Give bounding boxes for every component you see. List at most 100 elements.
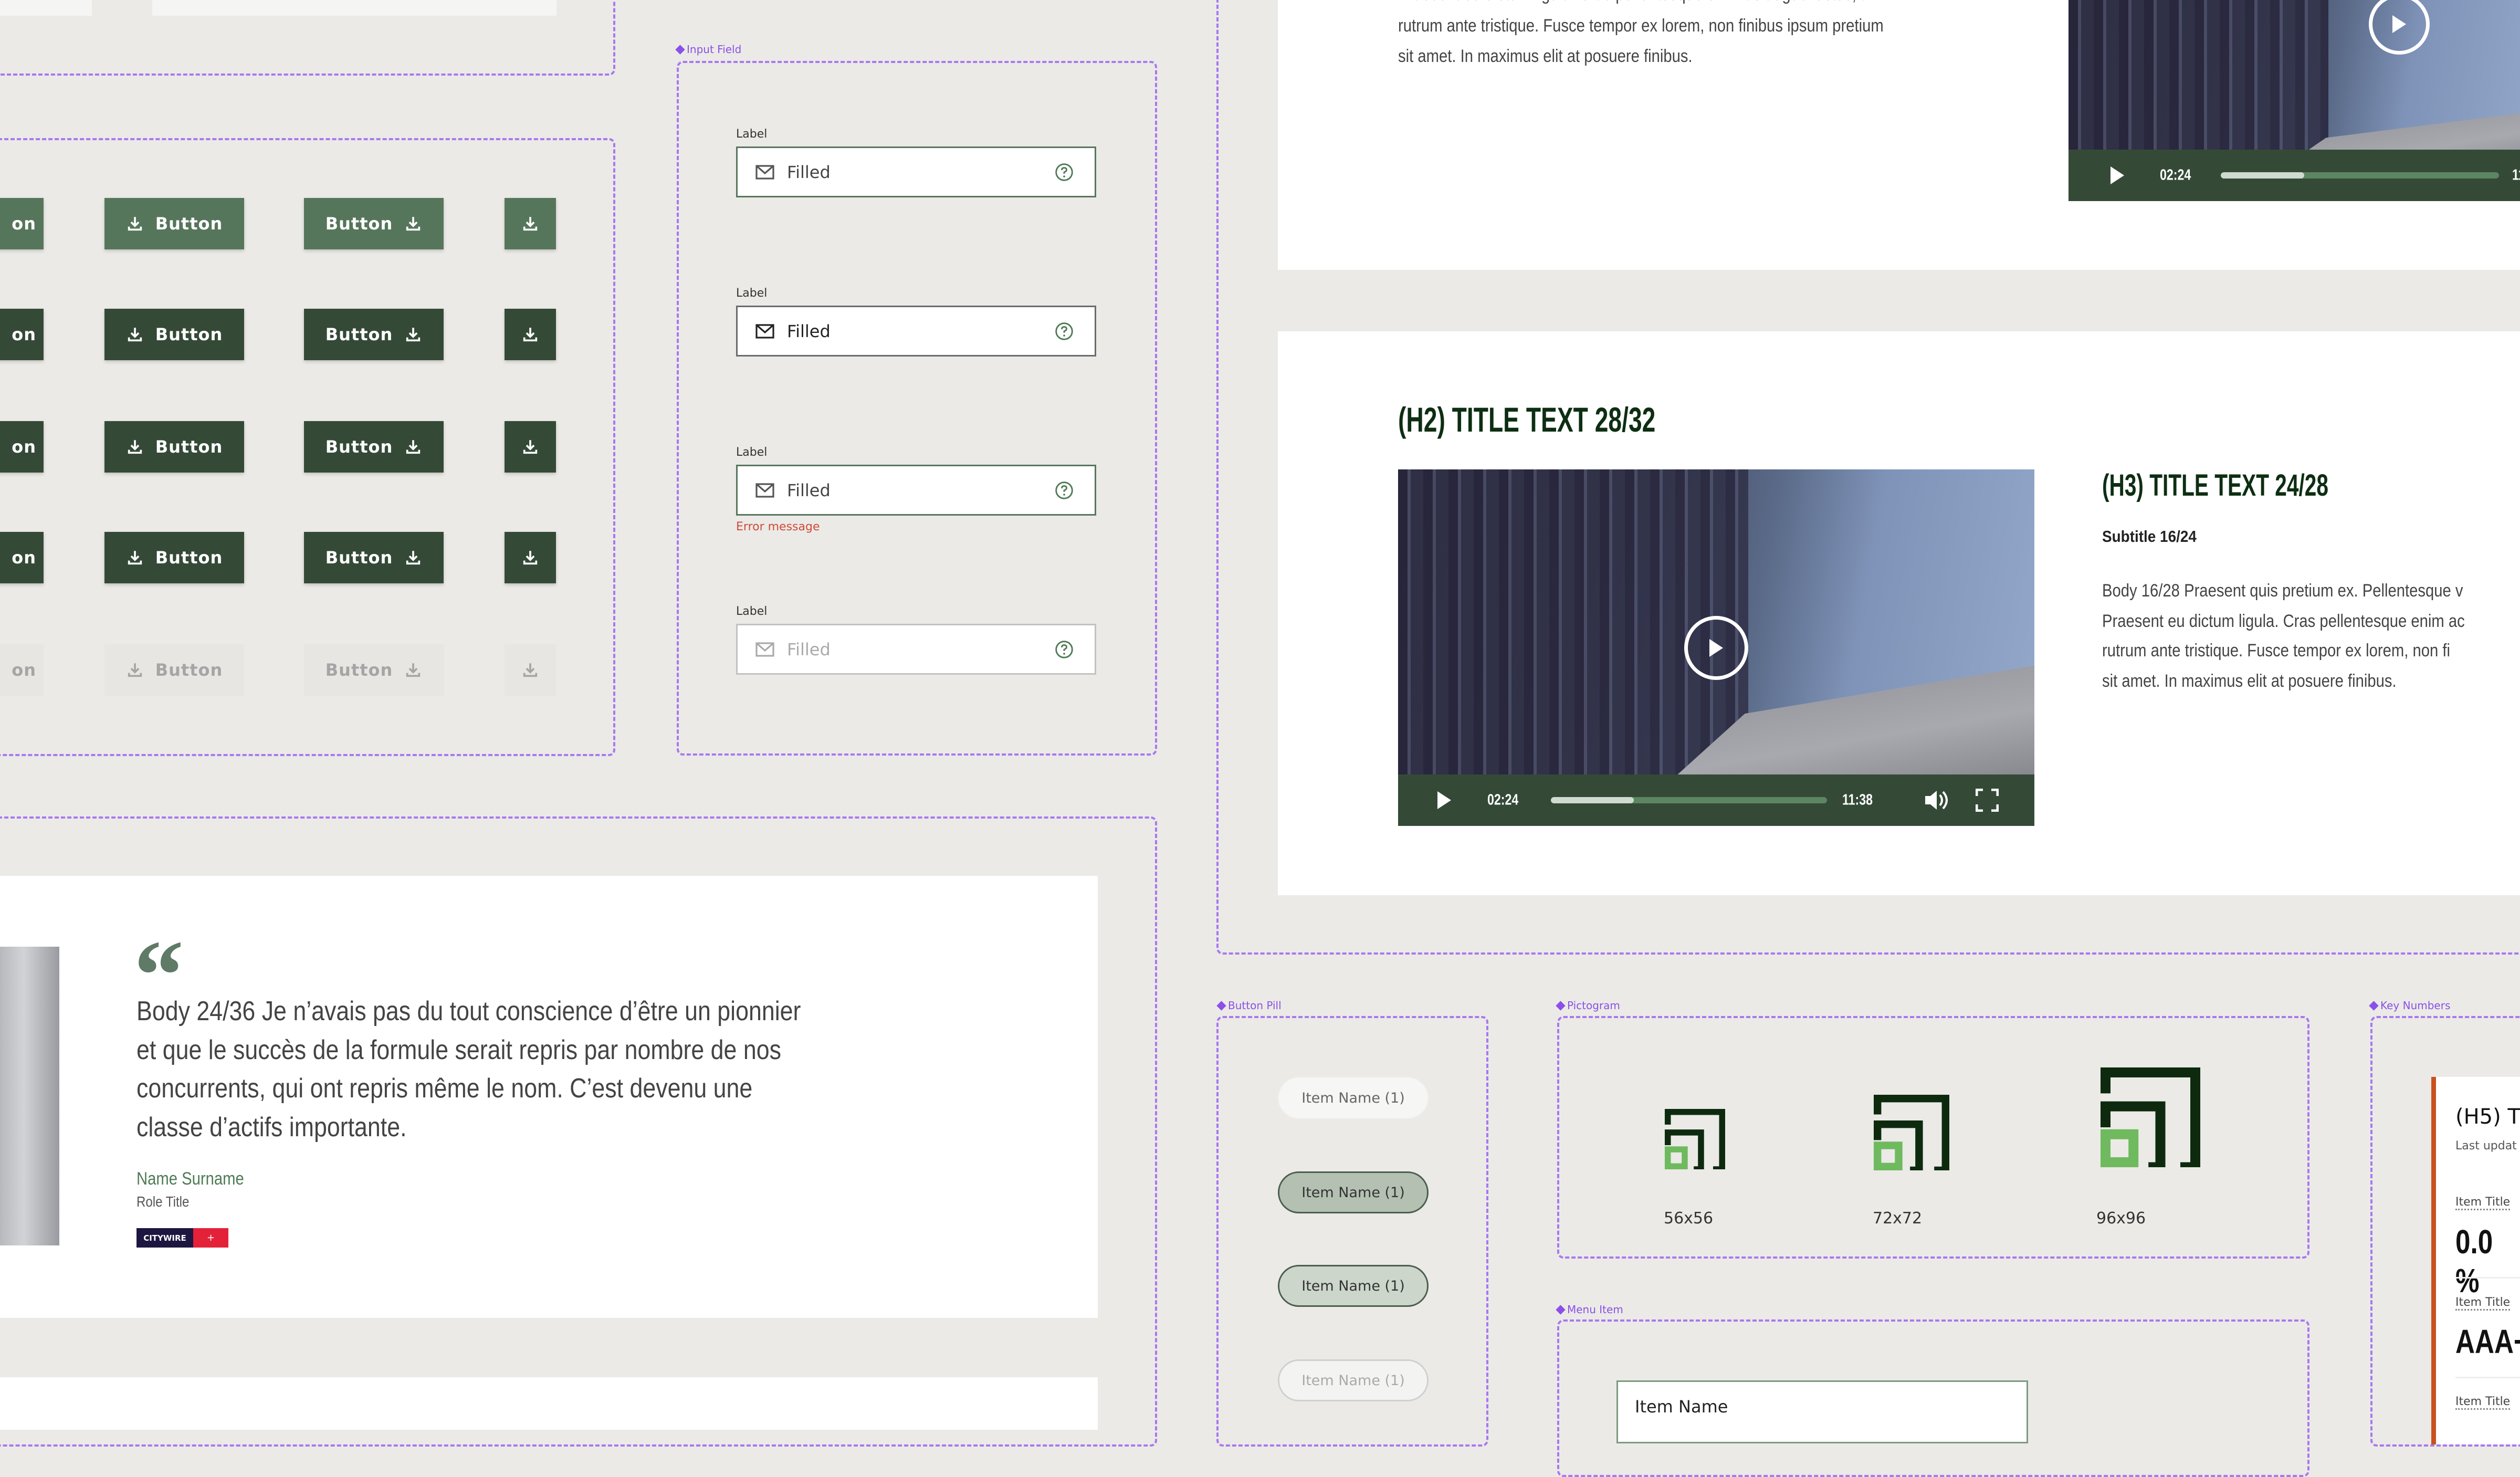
pictogram-icon: [1665, 1109, 1725, 1169]
field-value: Filled: [787, 321, 831, 341]
field-label: Label: [736, 446, 768, 459]
top-left-frame: [0, 0, 615, 76]
frame-title: Input Field: [687, 43, 742, 56]
download-icon: [128, 663, 142, 677]
button-label: on: [12, 324, 36, 344]
pill-label: Item Name (1): [1301, 1372, 1405, 1389]
top-text-video-card: Praesent eu dictum ligula. Cras pellente…: [1278, 0, 2520, 270]
download-button[interactable]: on: [0, 532, 44, 583]
fullscreen-icon[interactable]: [1976, 789, 1999, 812]
quote-line: classe d’actifs importante.: [136, 1112, 407, 1143]
download-button[interactable]: on: [0, 421, 44, 473]
pill-label: Item Name (1): [1301, 1184, 1405, 1201]
button-label: Button: [325, 660, 393, 680]
download-icon-button[interactable]: [505, 198, 556, 249]
pictogram-size-label: 96x96: [2096, 1209, 2146, 1228]
author-name: Name Surname: [136, 1169, 244, 1189]
divider: [2455, 1277, 2520, 1279]
pictogram-icon: [2101, 1067, 2200, 1167]
download-icon-button[interactable]: [505, 532, 556, 583]
download-icon-button[interactable]: [505, 309, 556, 360]
bottom-card: [0, 1377, 1098, 1430]
author-role: Role Title: [136, 1193, 190, 1210]
download-button[interactable]: Button: [104, 198, 244, 249]
play-overlay-button[interactable]: [2369, 0, 2430, 55]
button-label: Button: [325, 214, 393, 234]
key-number-title: Item Title: [2455, 1296, 2511, 1311]
help-icon[interactable]: [1055, 322, 1074, 341]
download-icon: [406, 440, 421, 454]
progress-slider[interactable]: [2221, 172, 2499, 179]
help-icon[interactable]: [1055, 640, 1074, 659]
play-overlay-button[interactable]: [1684, 616, 1748, 680]
pill-button-default[interactable]: Item Name (1): [1278, 1077, 1429, 1119]
pictogram-icon: [1874, 1095, 1949, 1170]
email-input[interactable]: Filled: [736, 465, 1096, 516]
download-button[interactable]: Button: [304, 309, 444, 360]
quote-line: Body 24/36 Je n’avais pas du tout consci…: [136, 996, 801, 1026]
component-icon: [1556, 1000, 1566, 1011]
help-icon[interactable]: [1055, 481, 1074, 500]
menu-item[interactable]: Item Name: [1616, 1380, 2028, 1443]
download-icon-button[interactable]: [505, 421, 556, 473]
quote-line: concurrents, qui ont repris même le nom.…: [136, 1073, 753, 1104]
download-icon: [128, 440, 142, 454]
download-button[interactable]: on: [0, 309, 44, 360]
button-label: Button: [155, 660, 223, 680]
download-button[interactable]: Button: [104, 532, 244, 583]
pill-button-hover[interactable]: Item Name (1): [1278, 1265, 1429, 1307]
email-input[interactable]: Filled: [736, 306, 1096, 357]
component-icon: [1556, 1304, 1566, 1315]
play-button[interactable]: [1437, 791, 1451, 809]
play-icon: [1709, 639, 1723, 657]
download-button[interactable]: Button: [304, 421, 444, 473]
download-button[interactable]: Button: [104, 309, 244, 360]
download-icon: [128, 551, 142, 565]
download-icon: [406, 663, 421, 677]
video-player[interactable]: 02:24 11:38: [2068, 0, 2520, 201]
pictogram-size-label: 56x56: [1664, 1209, 1714, 1228]
download-icon: [523, 551, 538, 565]
progress-slider[interactable]: [1551, 797, 1827, 803]
button-label: on: [12, 214, 36, 234]
field-label: Label: [736, 128, 768, 141]
video-player[interactable]: 02:24 11:38: [1398, 469, 2034, 826]
key-number-value: 0.0 %: [2455, 1223, 2493, 1300]
body-line: sit amet. In maximus elit at posuere fin…: [2102, 671, 2397, 691]
error-message: Error message: [736, 520, 820, 533]
pill-button-selected[interactable]: Item Name (1): [1278, 1171, 1429, 1213]
portrait-photo: [0, 947, 59, 1245]
download-button[interactable]: Button: [304, 198, 444, 249]
key-number-title: Item Title: [2455, 1395, 2511, 1410]
current-time: 02:24: [1487, 791, 1519, 809]
field-value: Filled: [787, 480, 831, 500]
button-label: on: [12, 437, 36, 457]
menu-item-label: Item Name: [1635, 1397, 1728, 1417]
input-field-frame-label: Input Field: [675, 43, 742, 56]
quote-line: et que le succès de la formule serait re…: [136, 1035, 781, 1065]
email-input[interactable]: Filled: [736, 146, 1096, 197]
download-button[interactable]: on: [0, 198, 44, 249]
help-icon[interactable]: [1055, 163, 1074, 182]
body-line: rutrum ante tristique. Fusce tempor ex l…: [2102, 641, 2451, 661]
volume-icon[interactable]: [1923, 788, 1950, 813]
frame-title: Pictogram: [1567, 999, 1620, 1012]
download-icon: [523, 328, 538, 342]
key-number-value: AAA+: [2455, 1323, 2520, 1360]
download-icon-button: [505, 644, 556, 696]
logo-wordmark: CITYWIRE: [136, 1228, 193, 1248]
field-label: Label: [736, 605, 768, 618]
download-icon: [523, 663, 538, 677]
divider: [2455, 1377, 2520, 1378]
last-updated: Last updat: [2455, 1139, 2517, 1153]
download-button[interactable]: Button: [104, 421, 244, 473]
menu-item-frame-label: Menu Item: [1556, 1303, 1623, 1316]
testimonial-card: “ Body 24/36 Je n’avais pas du tout cons…: [0, 876, 1098, 1318]
play-button[interactable]: [2110, 166, 2124, 184]
body-line: Praesent eu dictum ligula. Cras pellente…: [1398, 0, 1869, 5]
download-button[interactable]: Button: [304, 532, 444, 583]
field-value: Filled: [787, 639, 831, 659]
body-line: sit amet. In maximus elit at posuere fin…: [1398, 46, 1693, 66]
download-icon: [128, 217, 142, 231]
total-time: 11:38: [1842, 791, 1873, 809]
